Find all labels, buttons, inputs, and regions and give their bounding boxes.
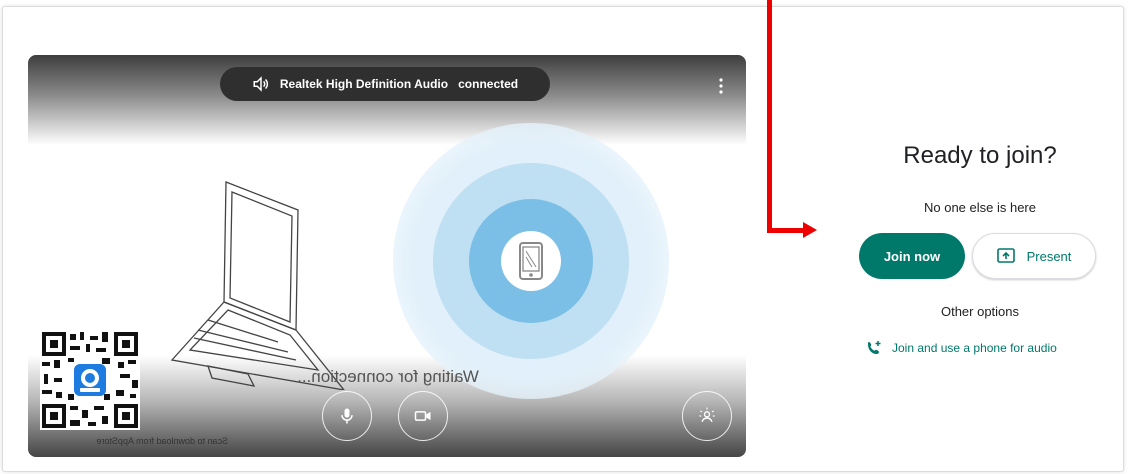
effects-icon: [699, 407, 715, 423]
present-button[interactable]: Present: [972, 233, 1096, 279]
more-vert-icon[interactable]: [718, 77, 724, 95]
present-screen-icon: [996, 248, 1015, 263]
phone-device-icon: [519, 242, 543, 280]
add-phone-icon: [868, 341, 881, 354]
annotation-arrow-line: [767, 228, 805, 233]
camera-icon: [414, 411, 431, 421]
speaker-icon: [253, 76, 268, 92]
video-preview: Realtek High Definition Audio connected …: [28, 55, 746, 457]
camera-button[interactable]: [398, 391, 448, 441]
microphone-icon: [341, 408, 353, 424]
annotation-arrow-line: [767, 0, 772, 232]
join-now-button[interactable]: Join now: [859, 233, 965, 279]
microphone-button[interactable]: [322, 391, 372, 441]
participants-status: No one else is here: [923, 200, 1036, 215]
other-options-heading: Other options: [940, 304, 1020, 319]
ready-to-join-title: Ready to join?: [903, 142, 1057, 169]
audio-device-name: Realtek High Definition Audio: [279, 77, 449, 91]
laptop-illustration: [170, 181, 345, 390]
phone-audio-label: Join and use a phone for audio: [892, 341, 1057, 355]
join-with-phone-link[interactable]: Join and use a phone for audio: [866, 339, 1057, 357]
audio-device-pill[interactable]: Realtek High Definition Audio connected: [220, 67, 550, 101]
present-label: Present: [1026, 248, 1072, 264]
waiting-for-connection-text: Waiting for connection...: [297, 367, 479, 386]
annotation-arrow-head: [803, 222, 817, 238]
qr-code[interactable]: [40, 330, 140, 430]
phone-device-badge: [501, 231, 561, 291]
visual-effects-button[interactable]: [682, 391, 732, 441]
qr-caption: Scan to download from AppStore: [96, 436, 228, 446]
audio-status: connected: [458, 77, 519, 91]
